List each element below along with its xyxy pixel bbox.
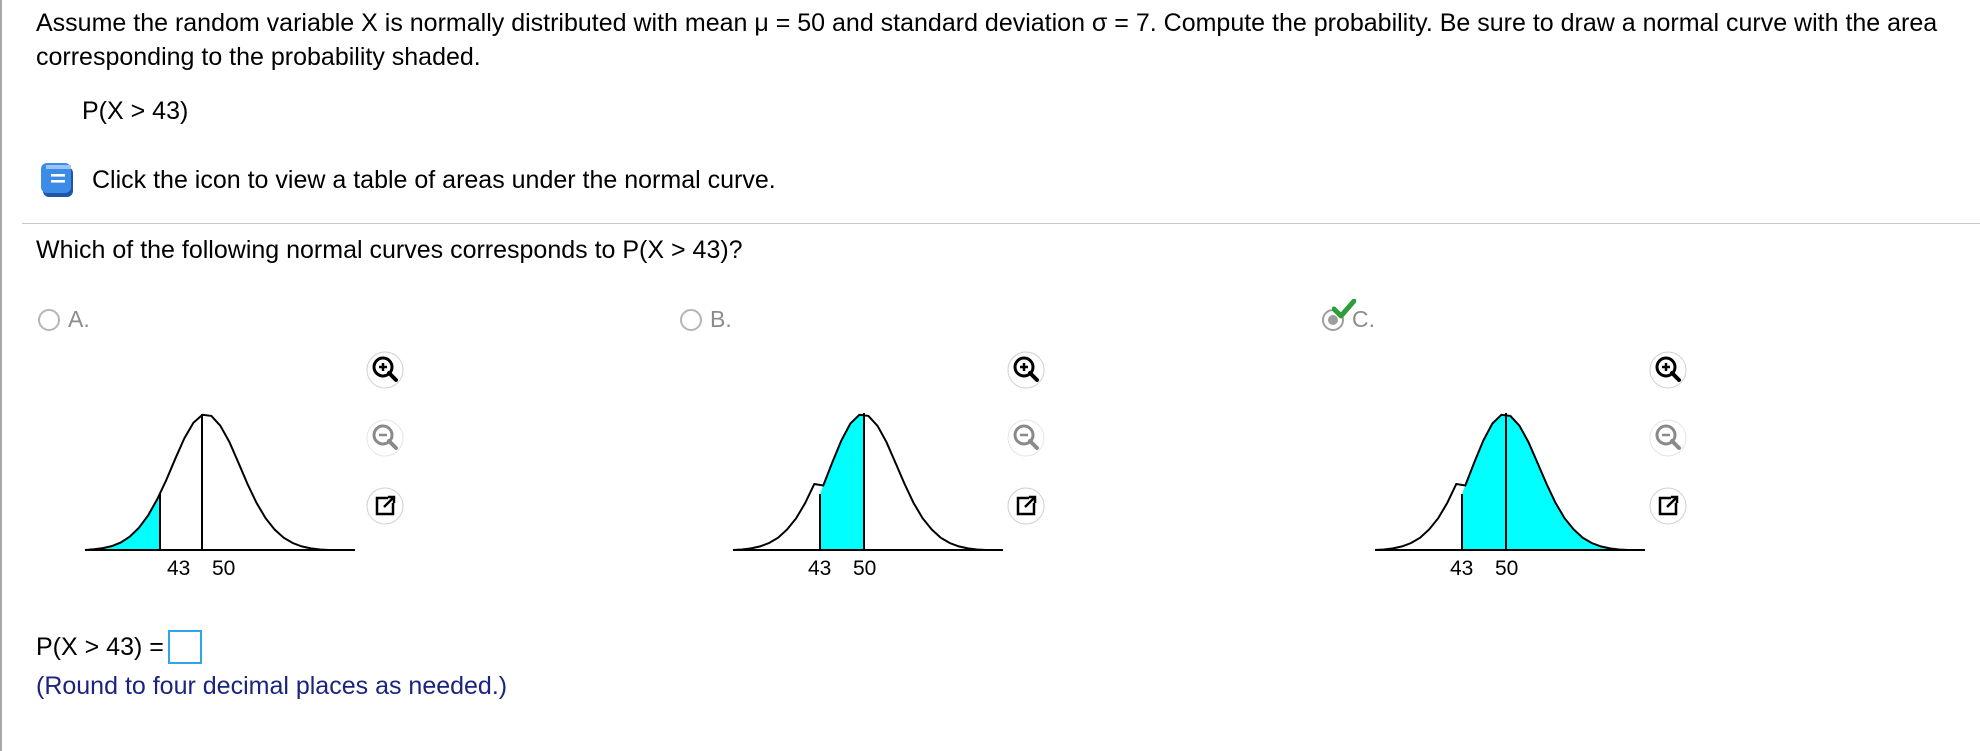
option-a-tick-43: 43 [167,557,191,580]
left-border [0,0,2,751]
option-b-expand-icon[interactable] [1006,486,1046,526]
option-b-letter: B. [710,306,732,332]
option-b-normal-curve [732,413,1003,551]
rounding-hint: (Round to four decimal places as needed.… [36,672,508,700]
option-a-zoom-in-icon[interactable] [365,350,405,390]
option-c-zoom-out-icon[interactable] [1648,418,1688,458]
option-a-expand-icon[interactable] [365,486,405,526]
option-c: C. [1322,0,1742,360]
option-c-tick-50: 50 [1495,557,1519,580]
option-a-curve-line [84,413,355,551]
option-a-tick-50: 50 [212,557,236,580]
option-b-shaded-area [820,413,864,550]
option-c-radio-row[interactable]: C. [1322,298,1375,333]
option-c-radio[interactable] [1322,298,1356,331]
option-b-tick-50: 50 [853,557,877,580]
option-b: B. [680,0,1100,360]
option-b-zoom-out-icon[interactable] [1006,418,1046,458]
answer-line: P(X > 43) = [36,630,202,664]
check-icon [1332,298,1356,318]
option-b-radio[interactable] [680,308,702,331]
answer-input[interactable] [167,630,202,664]
option-b-tick-43: 43 [808,557,832,580]
option-c-tick-43: 43 [1450,557,1474,580]
option-c-shaded-area [1462,414,1645,550]
option-c-normal-curve [1374,413,1645,551]
option-a-zoom-out-icon[interactable] [365,418,405,458]
option-c-expand-icon[interactable] [1648,486,1688,526]
option-a-radio[interactable] [38,308,60,331]
option-a-letter: A. [68,306,90,332]
answer-label: P(X > 43) = [36,632,164,661]
option-a-normal-curve [84,413,355,551]
option-c-zoom-in-icon[interactable] [1648,350,1688,390]
option-b-zoom-in-icon[interactable] [1006,350,1046,390]
option-a-radio-row[interactable]: A. [38,306,90,333]
option-a: A. [38,0,458,360]
option-b-radio-row[interactable]: B. [680,306,732,333]
option-b-curve-line [732,413,1003,551]
